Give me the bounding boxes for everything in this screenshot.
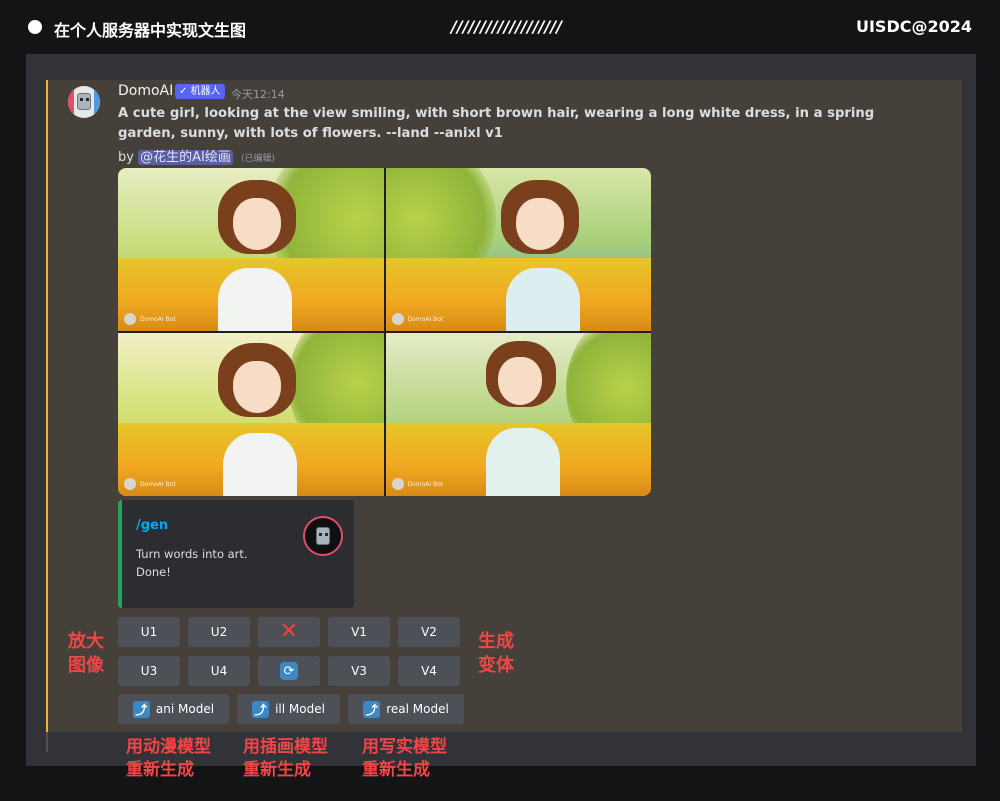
annotation-ill-line-1: 用插画模型: [243, 737, 328, 757]
embed-title[interactable]: /gen: [136, 518, 168, 533]
generated-image-grid[interactable]: DomoAI Bot DomoAI Bot DomoAI Bot DomoAI …: [118, 168, 651, 496]
arrow-up-icon: ⤴: [132, 700, 150, 718]
annotation-ani-line-2: 重新生成: [126, 760, 194, 780]
message-prompt: A cute girl, looking at the view smiling…: [118, 106, 875, 141]
message-byline: by @花生的AI绘画 (已编辑): [118, 146, 275, 165]
annotation-upscale-line-2: 图像: [68, 655, 104, 676]
embed-line-1: Turn words into art.: [136, 547, 248, 561]
robot-icon: [316, 527, 330, 545]
annotation-real-line-1: 用写实模型: [362, 737, 447, 757]
reroll-button[interactable]: ⟳: [258, 656, 320, 686]
ani-model-label: ani Model: [155, 702, 215, 716]
annotation-real-model: 用写实模型 重新生成: [362, 736, 447, 782]
u3-button[interactable]: U3: [118, 656, 180, 686]
v4-button[interactable]: V4: [398, 656, 460, 686]
user-mention[interactable]: @花生的AI绘画: [138, 150, 233, 165]
refresh-icon: ⟳: [280, 662, 298, 680]
bot-avatar[interactable]: [68, 86, 100, 118]
arrow-up-icon: ⤴: [252, 700, 270, 718]
domoai-watermark-icon: [391, 313, 404, 325]
domoai-watermark-icon: [391, 478, 404, 490]
bot-badge: ✓ 机器人: [175, 84, 225, 99]
message-username[interactable]: DomoAI: [118, 83, 173, 99]
annotation-ani-model: 用动漫模型 重新生成: [126, 736, 211, 782]
u4-button[interactable]: U4: [188, 656, 250, 686]
ill-model-button[interactable]: ⤴ ill Model: [237, 694, 340, 724]
edited-label: (已编辑): [240, 154, 275, 164]
image-watermark: DomoAI Bot: [407, 316, 444, 323]
domoai-watermark-icon: [124, 478, 136, 490]
u2-button[interactable]: U2: [188, 617, 250, 647]
byline-by: by: [118, 150, 134, 165]
generated-image-4[interactable]: DomoAI Bot: [385, 333, 651, 496]
header-brand: UISDC@2024: [855, 17, 972, 36]
gen-embed: /gen Turn words into art. Done!: [118, 500, 354, 608]
embed-description: Turn words into art. Done!: [136, 545, 248, 581]
generated-image-2[interactable]: DomoAI Bot: [385, 168, 651, 331]
ill-model-label: ill Model: [275, 702, 325, 716]
ani-model-button[interactable]: ⤴ ani Model: [118, 694, 229, 724]
header-bullet-icon: [28, 20, 42, 34]
generated-image-3[interactable]: DomoAI Bot: [118, 333, 384, 496]
real-model-label: real Model: [386, 702, 449, 716]
avatar-stripe-right: [94, 86, 100, 118]
header-title: 在个人服务器中实现文生图: [54, 21, 247, 40]
annotation-variant-line-2: 变体: [478, 655, 514, 676]
annotation-ill-line-2: 重新生成: [243, 760, 311, 780]
arrow-up-icon: ⤴: [363, 700, 381, 718]
image-watermark: DomoAI Bot: [140, 316, 176, 323]
close-icon: ✕: [279, 619, 299, 644]
embed-line-2: Done!: [136, 565, 171, 579]
v1-button[interactable]: V1: [328, 617, 390, 647]
domoai-watermark-icon: [124, 313, 136, 325]
message-timestamp: 今天12:14: [231, 88, 285, 101]
real-model-button[interactable]: ⤴ real Model: [348, 694, 464, 724]
annotation-upscale: 放大 图像: [68, 630, 104, 678]
annotation-variant-line-1: 生成: [478, 631, 514, 652]
image-watermark: DomoAI Bot: [140, 481, 176, 488]
annotation-ani-line-1: 用动漫模型: [126, 737, 211, 757]
v3-button[interactable]: V3: [328, 656, 390, 686]
message-divider: [46, 732, 48, 752]
cancel-button[interactable]: ✕: [258, 617, 320, 647]
image-watermark: DomoAI Bot: [407, 481, 444, 488]
v2-button[interactable]: V2: [398, 617, 460, 647]
top-header: 在个人服务器中实现文生图 /////////////////// UISDC@2…: [0, 0, 1000, 54]
avatar-stripe-left: [68, 86, 74, 118]
header-decoration: ///////////////////: [451, 17, 563, 36]
annotation-real-line-2: 重新生成: [362, 760, 430, 780]
robot-icon: [77, 93, 91, 110]
u1-button[interactable]: U1: [118, 617, 180, 647]
generated-image-1[interactable]: DomoAI Bot: [118, 168, 384, 331]
annotation-ill-model: 用插画模型 重新生成: [243, 736, 328, 782]
annotation-upscale-line-1: 放大: [68, 631, 104, 652]
annotation-variant: 生成 变体: [478, 630, 514, 678]
embed-thumbnail: [303, 516, 343, 556]
